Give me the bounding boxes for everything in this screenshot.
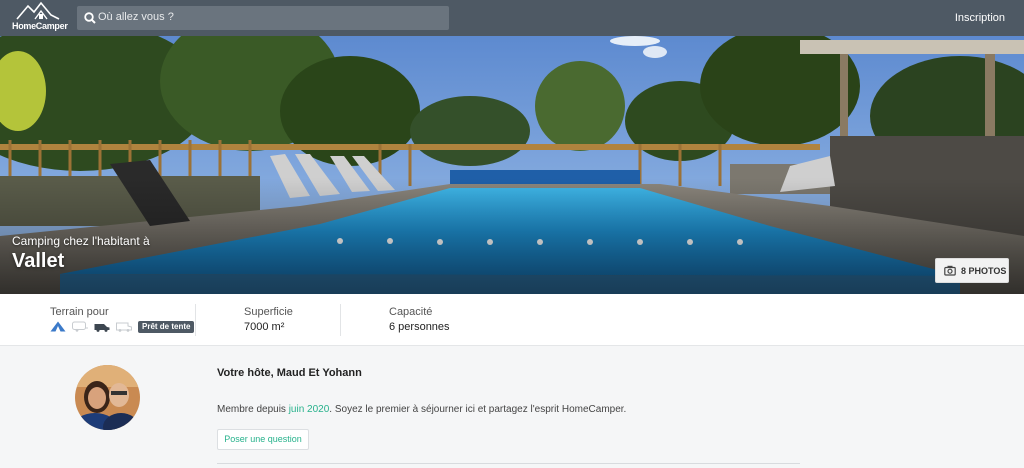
capacity-label: Capacité — [389, 306, 433, 318]
capacity-value: 6 personnes — [389, 321, 450, 333]
hero-subtitle: Camping chez l'habitant à — [12, 234, 150, 248]
ask-question-button[interactable]: Poser une question — [217, 429, 309, 450]
photos-button[interactable]: 8 PHOTOS — [935, 258, 1009, 283]
search-icon — [84, 12, 96, 24]
host-member-text: Membre depuis juin 2020. Soyez le premie… — [217, 404, 626, 415]
member-since-date: juin 2020 — [288, 404, 330, 415]
photos-count: 8 PHOTOS — [961, 266, 1007, 276]
homecamper-logo[interactable]: HomeCamper — [12, 1, 68, 34]
member-prefix: Membre depuis — [217, 404, 289, 415]
search-bar[interactable]: Où allez vous ? — [77, 6, 449, 30]
search-input[interactable]: Où allez vous ? — [98, 11, 174, 23]
hero-banner[interactable]: Camping chez l'habitant à Vallet 8 PHOTO… — [0, 36, 1024, 294]
surface-label: Superficie — [244, 306, 293, 318]
info-bar: Terrain pour Prêt de tente Superficie 70… — [0, 294, 1024, 346]
top-navbar: HomeCamper Où allez vous ? Inscription — [0, 0, 1024, 36]
member-suffix: . Soyez le premier à séjourner ici et pa… — [329, 404, 627, 415]
surface-value: 7000 m² — [244, 321, 285, 333]
host-avatar — [75, 365, 140, 430]
tent-loan-badge: Prêt de tente — [138, 321, 195, 333]
info-divider — [195, 304, 196, 336]
logo-text: HomeCamper — [12, 21, 68, 31]
section-divider — [217, 463, 800, 464]
mountain-logo-icon — [16, 1, 60, 20]
caravan-icon — [72, 321, 88, 332]
host-photo — [75, 365, 140, 430]
info-divider — [340, 304, 341, 336]
host-section: Votre hôte, Maud Et Yohann Membre depuis… — [0, 347, 1024, 468]
host-title: Votre hôte, Maud Et Yohann — [217, 367, 362, 379]
camper-icon — [116, 322, 132, 332]
signup-link[interactable]: Inscription — [955, 12, 1005, 24]
tent-icon — [50, 321, 66, 332]
van-icon — [94, 324, 110, 332]
pool-photo — [0, 36, 1024, 294]
camera-icon — [944, 265, 956, 276]
hero-title: Vallet — [12, 250, 65, 272]
terrain-label: Terrain pour — [50, 306, 109, 318]
